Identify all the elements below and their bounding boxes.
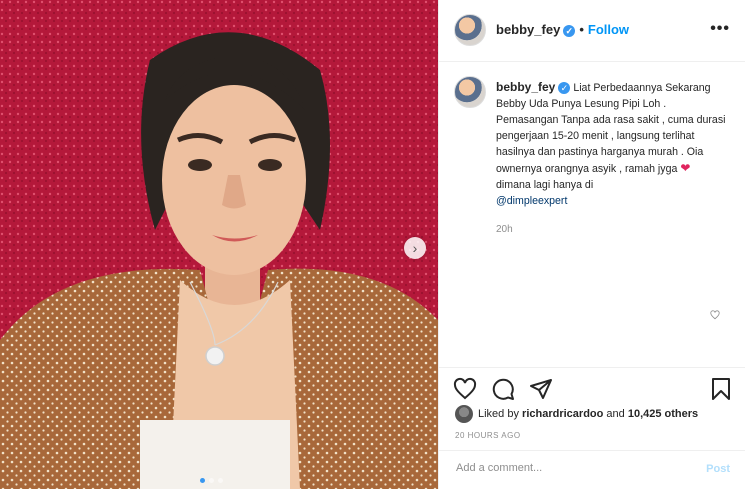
more-options-icon[interactable]: •••	[710, 20, 730, 38]
caption-avatar[interactable]	[454, 76, 486, 108]
post-comment-button[interactable]: Post	[706, 463, 730, 475]
caption-username[interactable]: bebby_fey	[496, 80, 555, 94]
caption-body-end: dimana lagi hanya di	[496, 179, 594, 191]
avatar[interactable]	[454, 14, 486, 46]
likes-prefix: Liked by	[478, 408, 519, 420]
bookmark-icon[interactable]	[709, 377, 733, 401]
mention-link[interactable]: @dimpleexpert	[496, 195, 567, 207]
verified-badge-icon: ✓	[563, 24, 576, 37]
next-slide-button[interactable]: ›	[404, 237, 426, 259]
heart-icon[interactable]	[453, 377, 477, 401]
photo-illustration	[0, 0, 438, 489]
likes-conjunction: and	[606, 408, 625, 420]
carousel-dot	[200, 478, 205, 483]
caption-text: bebby_fey ✓ Liat Perbedaannya Sekarang Be…	[496, 79, 728, 209]
carousel-indicator	[200, 478, 223, 483]
post-sidebar: bebby_fey ✓ • Follow ••• bebby_fey ✓ Liat Pe…	[438, 0, 745, 489]
follow-button[interactable]: Follow	[588, 22, 629, 37]
header-user: bebby_fey ✓ • Follow	[496, 22, 629, 37]
action-bar	[439, 367, 745, 407]
verified-badge-icon: ✓	[558, 82, 571, 95]
post-timestamp[interactable]: 20 HOURS AGO	[455, 431, 521, 440]
liker-avatar[interactable]	[455, 405, 473, 423]
comment-input[interactable]	[454, 461, 678, 475]
liker-username[interactable]: richardricardoo	[522, 408, 603, 420]
caption-body: Liat Perbedaannya Sekarang Bebby Uda Pun…	[496, 82, 726, 175]
username-link[interactable]: bebby_fey	[496, 22, 560, 37]
instagram-post: › bebby_fey ✓ • Follow ••• bebby_fey ✓ Liat …	[0, 0, 745, 489]
post-header: bebby_fey ✓ • Follow •••	[439, 0, 745, 62]
carousel-dot	[209, 478, 214, 483]
share-icon[interactable]	[529, 377, 553, 401]
post-photo[interactable]: ›	[0, 0, 438, 489]
likes-summary: Liked by richardricardoo and 10,425 othe…	[455, 405, 698, 423]
caption-like-heart-icon[interactable]	[710, 310, 720, 320]
separator-dot: •	[579, 22, 584, 37]
comment-icon[interactable]	[491, 377, 515, 401]
comments-section: bebby_fey ✓ Liat Perbedaannya Sekarang Be…	[439, 62, 745, 367]
likes-others-link[interactable]: 10,425 others	[628, 408, 698, 420]
heart-emoji-icon: ❤	[680, 161, 691, 175]
carousel-dot	[218, 478, 223, 483]
add-comment-bar: Post	[439, 450, 745, 489]
caption-time[interactable]: 20h	[496, 224, 513, 235]
